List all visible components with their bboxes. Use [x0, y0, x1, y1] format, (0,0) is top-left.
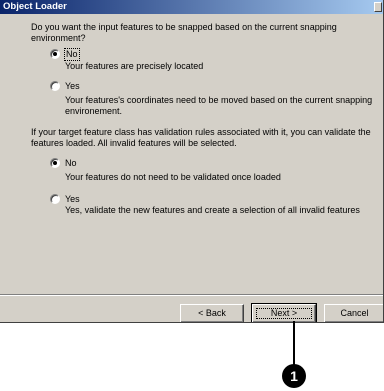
validation-no-description: Your features do not need to be validate…	[65, 172, 281, 182]
back-button[interactable]: < Back	[180, 304, 244, 322]
validation-question: If your target feature class has validat…	[31, 127, 371, 148]
snapping-no-label[interactable]: No	[64, 47, 80, 61]
snapping-yes-label[interactable]: Yes	[65, 81, 80, 92]
close-icon[interactable]	[374, 2, 382, 12]
snapping-question: Do you want the input features to be sna…	[31, 22, 337, 43]
footer-separator	[0, 294, 383, 296]
snapping-yes-description: Your features's coordinates need to be m…	[65, 95, 373, 116]
cancel-button[interactable]: Cancel	[324, 304, 383, 322]
snapping-no-option[interactable]: No	[50, 47, 80, 61]
validation-yes-option[interactable]: Yes	[50, 193, 80, 205]
validation-yes-radio[interactable]	[50, 194, 60, 204]
validation-yes-label[interactable]: Yes	[65, 194, 80, 205]
callout-number-badge: 1	[282, 364, 306, 388]
object-loader-dialog: Object Loader Do you want the input feat…	[0, 0, 384, 323]
next-button-label: Next >	[253, 305, 315, 322]
callout-leader-line	[293, 321, 295, 366]
snapping-no-radio[interactable]	[50, 49, 60, 59]
snapping-yes-option[interactable]: Yes	[50, 80, 80, 92]
stage: Object Loader Do you want the input feat…	[0, 0, 384, 391]
validation-no-option[interactable]: No	[50, 157, 77, 169]
validation-no-radio[interactable]	[50, 158, 60, 168]
validation-yes-description: Yes, validate the new features and creat…	[65, 205, 360, 215]
next-button[interactable]: Next >	[251, 303, 317, 322]
snapping-yes-radio[interactable]	[50, 81, 60, 91]
snapping-no-description: Your features are precisely located	[65, 61, 204, 71]
window-title: Object Loader	[3, 1, 67, 12]
title-bar[interactable]: Object Loader	[0, 0, 383, 14]
validation-no-label[interactable]: No	[65, 158, 77, 169]
